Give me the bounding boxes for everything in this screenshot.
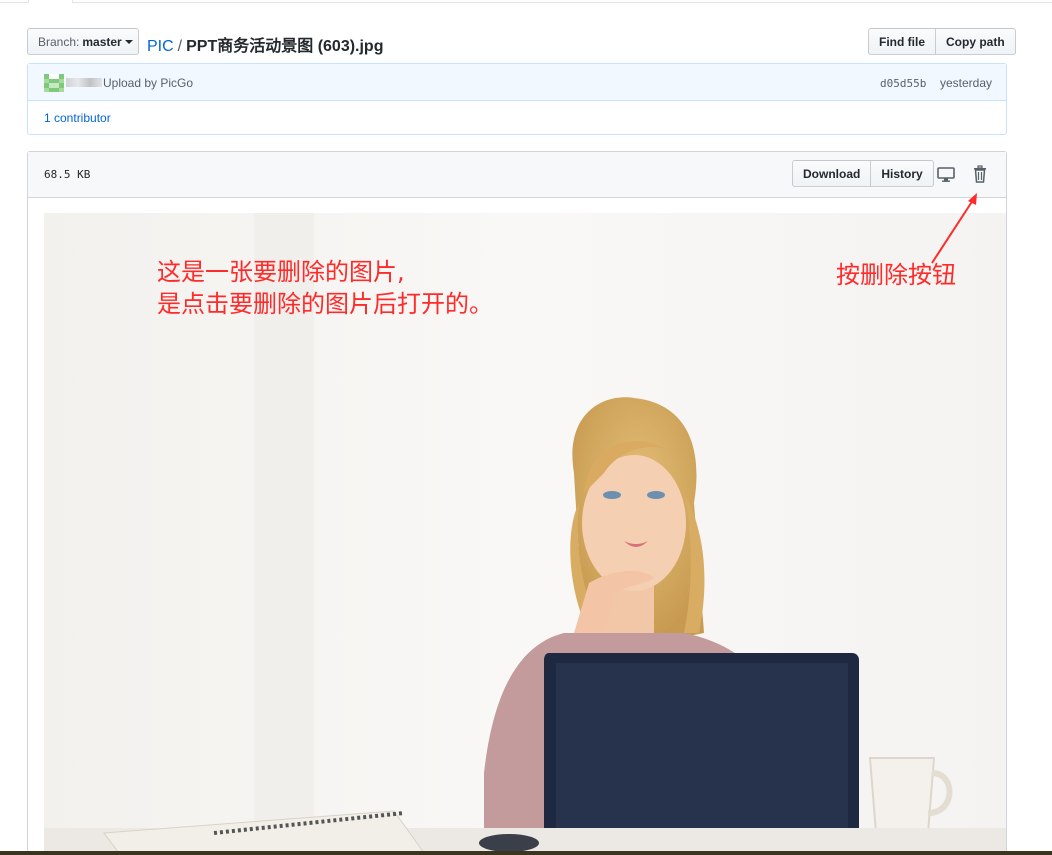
file-action-group: Find file Copy path (868, 28, 1016, 55)
branch-name: master (82, 34, 122, 49)
commit-time: yesterday (940, 76, 993, 90)
mug (868, 757, 936, 834)
annotation-line-2: 是点击要删除的图片后打开的。 (157, 290, 493, 318)
commit-message[interactable]: Upload by PicGo (103, 76, 193, 90)
commit-tease: Upload by PicGo d05d55b yesterday 1 cont… (27, 63, 1007, 135)
author-name-blurred (66, 78, 102, 87)
file-header: 68.5 KB Download History (28, 152, 1006, 198)
top-tab-strip (0, 0, 1052, 3)
caret-down-icon (124, 39, 133, 44)
trash-icon[interactable] (970, 165, 990, 183)
annotation-line-1: 这是一张要删除的图片, (157, 258, 405, 286)
avatar-identicon[interactable] (44, 74, 64, 92)
breadcrumb-file-name: PPT商务活动景图 (603).jpg (186, 38, 384, 55)
desktop-icon[interactable] (936, 165, 956, 183)
history-button[interactable]: History (871, 160, 934, 187)
branch-prefix: Branch: (38, 34, 80, 49)
breadcrumb: PIC / PPT商务活动景图 (603).jpg (147, 32, 383, 56)
arrow-icon (931, 193, 977, 264)
contributors-link[interactable]: 1 contributor (28, 101, 1006, 134)
tab-edge (28, 0, 73, 3)
mouse (479, 834, 539, 852)
branch-select-button[interactable]: Branch: master (27, 28, 139, 55)
file-view-actions: Download History (792, 160, 934, 187)
latest-commit-row: Upload by PicGo d05d55b yesterday (28, 64, 1006, 101)
breadcrumb-separator: / (177, 38, 183, 55)
download-button[interactable]: Download (792, 160, 872, 187)
copy-path-button[interactable]: Copy path (936, 28, 1016, 55)
bottom-edge-bar (0, 851, 1052, 855)
find-file-button[interactable]: Find file (868, 28, 936, 55)
file-size: 68.5 KB (44, 168, 91, 181)
breadcrumb-repo-link[interactable]: PIC (147, 38, 174, 55)
commit-sha[interactable]: d05d55b (880, 77, 926, 90)
